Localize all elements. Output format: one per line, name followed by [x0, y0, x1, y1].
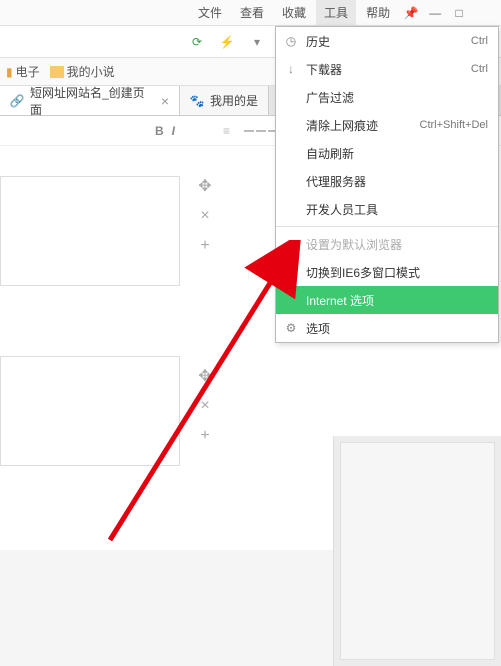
dd-proxy[interactable]: 代理服务器	[276, 167, 498, 195]
menu-favorites[interactable]: 收藏	[274, 0, 314, 25]
side-panel-inner	[340, 442, 495, 660]
dash-decoration	[244, 130, 278, 132]
move-icon[interactable]: ✥	[195, 366, 215, 386]
panels	[0, 176, 180, 536]
clock-icon: ◷	[284, 34, 298, 48]
pin-icon[interactable]: 📌	[400, 3, 422, 23]
bookmark-label: 电子	[16, 63, 40, 80]
dd-label: 历史	[306, 33, 330, 50]
close-icon[interactable]: ×	[161, 93, 169, 109]
dd-label: 清除上网痕迹	[306, 117, 378, 134]
side-panel	[333, 436, 501, 666]
italic-button[interactable]: I	[172, 124, 175, 138]
dd-label: 自动刷新	[306, 145, 354, 162]
link-icon: 🔗	[10, 94, 24, 108]
dd-devtools[interactable]: 开发人员工具	[276, 195, 498, 223]
dd-clear-traces[interactable]: 清除上网痕迹 Ctrl+Shift+Del	[276, 111, 498, 139]
refresh-icon[interactable]: ⟳	[185, 30, 209, 54]
panel-controls: ✥ × +	[195, 366, 215, 446]
dropdown-icon[interactable]: ▾	[245, 30, 269, 54]
download-icon: ↓	[284, 62, 298, 76]
close-icon[interactable]: ×	[195, 206, 215, 226]
bookmark-folder[interactable]: 我的小说	[50, 63, 115, 80]
dd-label: 选项	[306, 320, 330, 337]
tab[interactable]: 🔗 短网址网站名_创建页面 ×	[0, 86, 180, 115]
lightning-icon[interactable]: ⚡	[215, 30, 239, 54]
menu-tools[interactable]: 工具	[316, 0, 356, 25]
maximize-button[interactable]: □	[448, 3, 470, 23]
dd-adblock[interactable]: 广告过滤	[276, 83, 498, 111]
dd-label: 切换到IE6多窗口模式	[306, 264, 420, 281]
menu-help[interactable]: 帮助	[358, 0, 398, 25]
dd-internet-options[interactable]: Internet 选项	[276, 286, 498, 314]
panel-controls: ✥ × +	[195, 176, 215, 256]
dd-label: 开发人员工具	[306, 201, 378, 218]
folder-icon	[50, 66, 64, 78]
tools-dropdown: ◷ 历史 Ctrl ↓ 下载器 Ctrl 广告过滤 清除上网痕迹 Ctrl+Sh…	[275, 26, 499, 343]
move-icon[interactable]: ✥	[195, 176, 215, 196]
dd-downloads[interactable]: ↓ 下载器 Ctrl	[276, 55, 498, 83]
gear-icon: ⚙	[284, 321, 298, 335]
content-panel[interactable]	[0, 176, 180, 286]
dd-label: Internet 选项	[306, 292, 374, 309]
bookmark-label: 我的小说	[67, 63, 115, 80]
dd-history[interactable]: ◷ 历史 Ctrl	[276, 27, 498, 55]
dd-label: 代理服务器	[306, 173, 366, 190]
dd-autorefresh[interactable]: 自动刷新	[276, 139, 498, 167]
tab-label: 短网址网站名_创建页面	[30, 84, 155, 118]
menu-file[interactable]: 文件	[190, 0, 230, 25]
minimize-button[interactable]: —	[424, 3, 446, 23]
dd-shortcut: Ctrl	[471, 63, 488, 75]
dd-default-browser: ✓ 设置为默认浏览器	[276, 230, 498, 258]
dd-shortcut: Ctrl	[471, 35, 488, 47]
bookmark-folder[interactable]: ▮ 电子	[6, 63, 40, 80]
dd-options[interactable]: ⚙ 选项	[276, 314, 498, 342]
dd-switch-ie6[interactable]: 切换到IE6多窗口模式	[276, 258, 498, 286]
tab-label: 我用的是	[210, 92, 258, 109]
add-icon[interactable]: +	[195, 236, 215, 256]
separator	[276, 226, 498, 227]
tab[interactable]: 🐾 我用的是	[180, 86, 269, 115]
close-icon[interactable]: ×	[195, 396, 215, 416]
paw-icon: 🐾	[190, 94, 204, 108]
add-icon[interactable]: +	[195, 426, 215, 446]
align-icon[interactable]: ≡	[223, 124, 230, 138]
content-panel[interactable]	[0, 356, 180, 466]
menubar: 文件 查看 收藏 工具 帮助 📌 — □	[0, 0, 501, 26]
dd-label: 设置为默认浏览器	[306, 236, 402, 253]
folder-icon: ▮	[6, 65, 13, 79]
bold-button[interactable]: B	[155, 124, 164, 138]
dd-shortcut: Ctrl+Shift+Del	[420, 119, 488, 131]
dd-label: 下载器	[306, 61, 342, 78]
menu-view[interactable]: 查看	[232, 0, 272, 25]
dd-label: 广告过滤	[306, 89, 354, 106]
check-icon: ✓	[284, 237, 298, 251]
